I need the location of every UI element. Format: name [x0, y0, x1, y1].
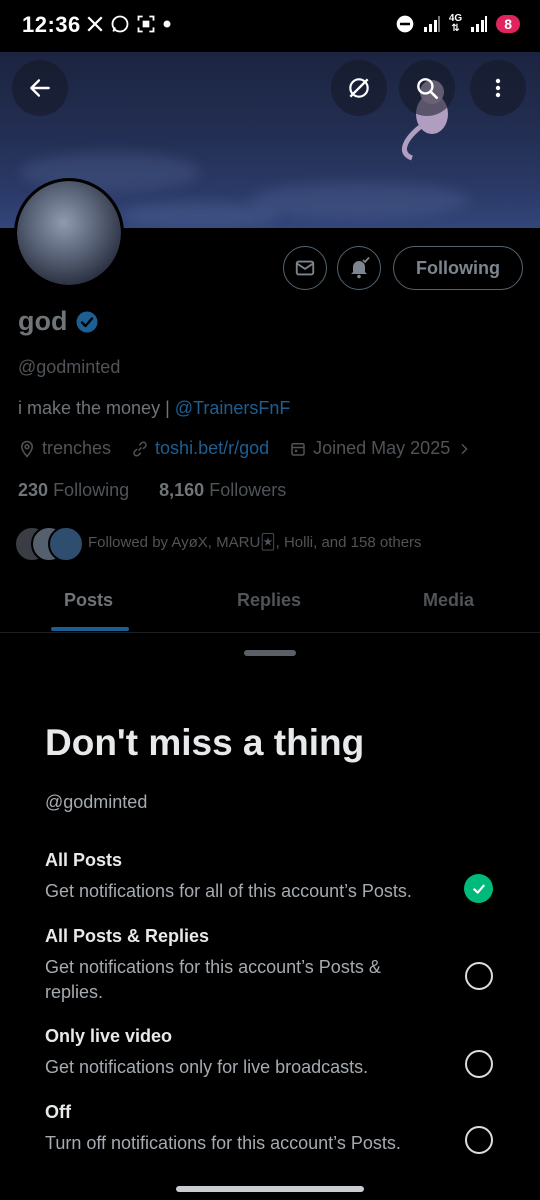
follower-avatars [14, 526, 84, 562]
profile-website-link[interactable]: toshi.bet/r/god [155, 438, 269, 459]
sheet-handle: @godminted [45, 792, 148, 812]
status-bar: 12:36 4G ⇅ 8 [0, 0, 540, 52]
avatar [48, 526, 84, 562]
radio-unselected[interactable] [465, 1050, 493, 1078]
followers-count: 8,160 [159, 480, 205, 500]
option-description: Turn off notifications for this account’… [45, 1133, 401, 1153]
search-icon [417, 78, 439, 100]
screenshot-icon [137, 15, 155, 33]
calendar-icon [291, 442, 305, 456]
profile-handle: @godminted [18, 357, 121, 377]
signal-icon [471, 16, 488, 32]
notifications-button[interactable] [337, 246, 381, 290]
grok-icon [349, 78, 369, 98]
option-title: All Posts [45, 850, 123, 870]
profile-location: trenches [42, 438, 112, 458]
back-button[interactable] [12, 60, 68, 116]
followers-label: Followers [209, 480, 287, 500]
verified-badge-icon [76, 311, 98, 332]
followed-by-text: Followed by AyøX, MARU🃏, Holli, and 158 … [88, 534, 422, 551]
bio-mention-link[interactable]: @TrainersFnF [175, 398, 291, 418]
followed-by-row[interactable]: Followed by AyøX, MARU🃏, Holli, and 158 … [14, 526, 422, 562]
following-button[interactable]: Following [393, 246, 523, 290]
profile-stats: 230 Following 8,160 Followers [18, 480, 286, 501]
location-pin-icon [20, 440, 34, 458]
tab-replies[interactable]: Replies [237, 590, 301, 611]
tab-posts[interactable]: Posts [64, 590, 113, 611]
option-all-posts[interactable]: All Posts Get notifications for all of t… [45, 850, 515, 904]
more-button[interactable] [470, 60, 526, 116]
option-title: All Posts & Replies [45, 926, 210, 946]
profile-tabs: Posts Replies Media [0, 578, 540, 633]
network-4g-icon: 4G ⇅ [448, 13, 463, 34]
profile-meta: trenches toshi.bet/r/god Joined May 2025 [18, 438, 472, 459]
avatar-image [17, 181, 121, 285]
more-icon [495, 78, 501, 98]
option-only-live-video[interactable]: Only live video Get notifications only f… [45, 1026, 515, 1080]
home-indicator[interactable] [176, 1186, 364, 1192]
grok-button[interactable] [331, 60, 387, 116]
bell-check-icon [351, 256, 370, 279]
back-arrow-icon [30, 79, 50, 97]
do-not-disturb-icon [396, 15, 414, 33]
sheet-title: Don't miss a thing [45, 722, 365, 763]
option-title: Off [45, 1102, 71, 1122]
option-description: Get notifications for this account’s Pos… [45, 957, 381, 1002]
option-title: Only live video [45, 1026, 173, 1046]
bio-text: i make the money | [18, 398, 175, 418]
link-icon [133, 440, 147, 457]
profile-avatar[interactable] [14, 178, 124, 288]
radio-unselected[interactable] [465, 1126, 493, 1154]
option-description: Get notifications for all of this accoun… [45, 881, 412, 901]
notification-settings-sheet: Don't miss a thing @godminted All Posts … [0, 636, 540, 1200]
profile-name: god [18, 306, 68, 336]
message-button[interactable] [283, 246, 327, 290]
battery-level: 8 [504, 16, 512, 32]
envelope-icon [295, 260, 315, 276]
radio-unselected[interactable] [465, 962, 493, 990]
active-tab-indicator [51, 627, 129, 631]
following-count: 230 [18, 480, 49, 500]
profile-joined: Joined May 2025 [313, 438, 451, 458]
status-time: 12:36 [22, 12, 81, 37]
option-all-posts-replies[interactable]: All Posts & Replies Get notifications fo… [45, 926, 515, 1005]
chevron-right-icon[interactable] [456, 441, 472, 457]
battery-icon: 8 [496, 15, 520, 33]
following-label: Following [53, 480, 130, 500]
whatsapp-icon [111, 15, 129, 33]
checkmark-icon [472, 884, 485, 894]
x-icon [87, 16, 103, 32]
following-stat[interactable]: 230 Following [18, 480, 129, 500]
option-description: Get notifications only for live broadcas… [45, 1057, 369, 1077]
followers-stat[interactable]: 8,160 Followers [159, 480, 286, 500]
signal-icon [423, 16, 440, 32]
dot-icon [163, 20, 171, 28]
banner-cloud [120, 202, 280, 228]
option-off[interactable]: Off Turn off notifications for this acco… [45, 1102, 515, 1156]
profile-bio: i make the money | @TrainersFnF [18, 398, 290, 419]
radio-selected[interactable] [464, 874, 493, 903]
network-type: 4G [448, 13, 463, 24]
banner-cloud [250, 182, 470, 218]
sheet-grabber[interactable] [244, 650, 296, 656]
tab-media[interactable]: Media [423, 590, 474, 611]
profile-name-row: god [18, 306, 99, 337]
search-button[interactable] [399, 60, 455, 116]
